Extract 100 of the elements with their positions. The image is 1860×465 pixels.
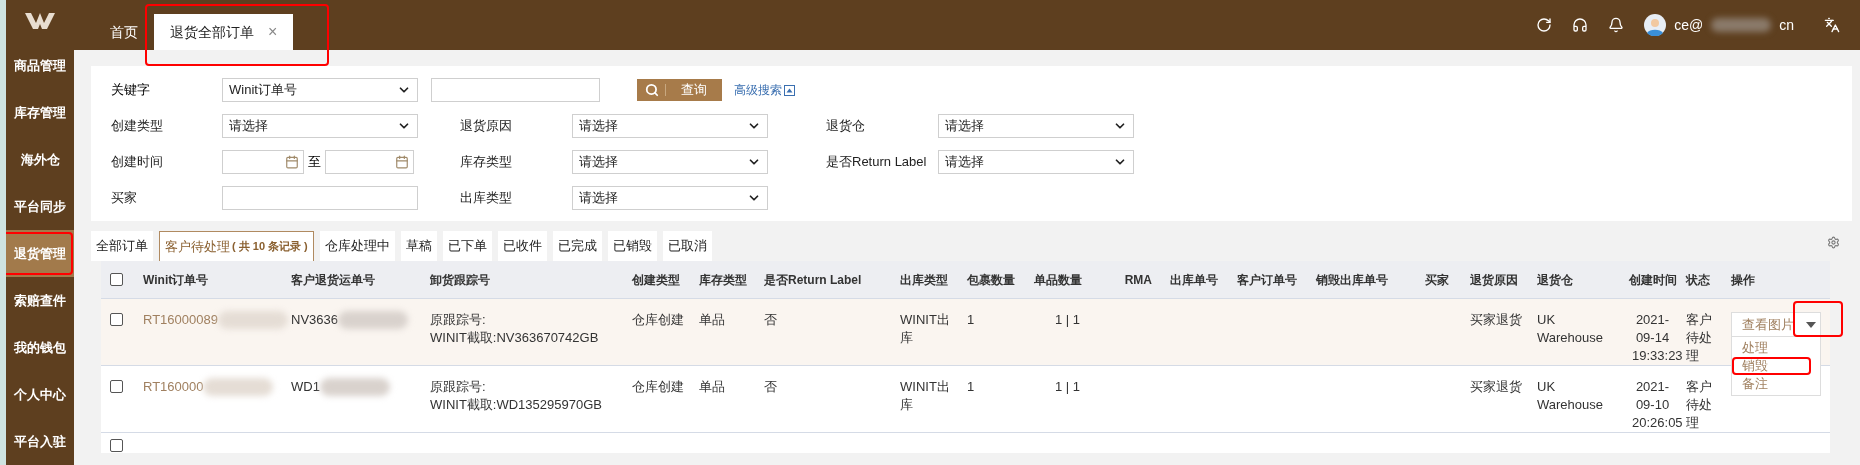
filter-label: 库存类型	[460, 153, 513, 172]
table-cell: 客户待处理	[1686, 379, 1712, 430]
date-field[interactable]	[325, 150, 414, 174]
view-images-button[interactable]: 查看图片	[1731, 312, 1821, 337]
sidebar-item[interactable]: 商品管理	[6, 42, 74, 89]
headphones-icon[interactable]	[1572, 17, 1589, 33]
dropdown-field[interactable]: 请选择	[572, 114, 768, 138]
column-header: 是否Return Label	[764, 272, 862, 287]
table-cell: WD1	[291, 378, 320, 396]
menu-item[interactable]: 处理	[1732, 339, 1811, 357]
menu-item[interactable]: 销毁	[1732, 357, 1811, 375]
settings-icon[interactable]	[1827, 236, 1840, 249]
column-header: 单品数量	[1034, 272, 1082, 287]
table-cell: 客户待处理	[1686, 312, 1712, 363]
filter-label: 买家	[111, 189, 138, 208]
column-header: 销毁出库单号	[1316, 272, 1388, 287]
advanced-search-link[interactable]: 高级搜索	[734, 81, 795, 99]
row-checkbox[interactable]	[110, 313, 123, 326]
table-cell: UK Warehouse	[1537, 312, 1603, 345]
table-cell: 单品	[699, 312, 725, 327]
column-header: 库存类型	[699, 272, 747, 287]
bell-icon[interactable]	[1608, 17, 1625, 33]
column-header: 卸货跟踪号	[430, 272, 490, 287]
filter-label: 退货原因	[460, 117, 513, 136]
refresh-icon[interactable]	[1536, 17, 1553, 33]
status-tab[interactable]: 已销毁	[607, 231, 657, 261]
column-header: 操作	[1731, 272, 1755, 287]
filter-label: 创建类型	[111, 117, 164, 136]
column-header: 包裹数量	[967, 272, 1015, 287]
date-field[interactable]	[222, 150, 304, 174]
table-cell: 1	[967, 379, 975, 394]
table-cell: 2021-09-14 19:33:23	[1632, 312, 1683, 363]
sidebar-item[interactable]: 索赔查件	[6, 277, 74, 324]
table-cell: 1 | 1	[1054, 379, 1080, 394]
table-cell: 1 | 1	[1054, 312, 1080, 327]
page-tab[interactable]: 首页	[94, 14, 154, 50]
text-field[interactable]	[222, 186, 418, 210]
dropdown-field[interactable]: 请选择	[938, 150, 1134, 174]
table-cell: 否	[764, 312, 777, 327]
status-tab[interactable]: 仓库处理中	[319, 231, 395, 261]
table-cell: 单品	[699, 379, 725, 394]
order-link[interactable]: RT160000	[143, 378, 204, 396]
sidebar-item[interactable]: 平台同步	[6, 183, 74, 230]
avatar-icon[interactable]	[1644, 14, 1667, 36]
sidebar-item[interactable]: 退货管理	[6, 230, 74, 277]
highlight-frame	[6, 232, 73, 275]
column-header: 客户退货运单号	[291, 272, 375, 287]
search-button[interactable]: 查询	[637, 79, 722, 101]
status-tab[interactable]: 已取消	[662, 231, 712, 261]
blur-smudge	[1711, 18, 1772, 32]
caret-icon	[1806, 321, 1816, 328]
table-cell: WINIT出库	[900, 379, 950, 412]
row-checkbox[interactable]	[110, 439, 123, 452]
dropdown-field[interactable]: 请选择	[938, 114, 1134, 138]
column-header: 退货仓	[1537, 272, 1573, 287]
sidebar-item[interactable]: 我的钱包	[6, 324, 74, 371]
table-cell: 仓库创建	[632, 312, 684, 327]
table-cell: 买家退货	[1470, 379, 1522, 394]
dropdown-field[interactable]: 请选择	[572, 150, 768, 174]
sidebar-item[interactable]: 库存管理	[6, 89, 74, 136]
calendar-icon	[395, 155, 409, 169]
menu-item[interactable]: 备注	[1732, 375, 1811, 393]
row-checkbox[interactable]	[110, 380, 123, 393]
blur-smudge	[319, 378, 390, 396]
filter-label: 退货仓	[826, 117, 866, 136]
user-email: cn	[1779, 15, 1794, 35]
select-all-checkbox[interactable]	[110, 273, 123, 286]
status-tab[interactable]: 全部订单	[91, 231, 153, 261]
table-cell: 买家退货	[1470, 312, 1522, 327]
blur-smudge	[338, 311, 408, 329]
table-cell: WINIT出库	[900, 312, 950, 345]
filter-label: 创建时间	[111, 153, 164, 172]
logo-icon	[25, 13, 55, 29]
keyword-field[interactable]	[431, 78, 600, 102]
dropdown-field[interactable]: 请选择	[572, 186, 768, 210]
status-tab[interactable]: 客户待处理( 共 10 条记录 )	[159, 231, 314, 261]
status-tab[interactable]: 已收件	[497, 231, 547, 261]
sidebar-item[interactable]: 海外仓	[6, 136, 74, 183]
dropdown-field[interactable]: 请选择	[222, 114, 418, 138]
close-icon[interactable]: ×	[268, 20, 278, 44]
filter-label: 关键字	[111, 81, 151, 100]
table-cell: 2021-09-10 20:26:05	[1632, 379, 1683, 430]
sidebar-item[interactable]: 个人中心	[6, 371, 74, 418]
dropdown-field[interactable]: Winit订单号	[222, 78, 418, 102]
column-header: 状态	[1686, 272, 1710, 287]
table-cell: 仓库创建	[632, 379, 684, 394]
filter-label: 出库类型	[460, 189, 513, 208]
column-header: 创建类型	[632, 272, 680, 287]
column-header: RMA	[1124, 272, 1152, 287]
status-tab[interactable]: 已下单	[442, 231, 492, 261]
user-email: ce@	[1674, 15, 1704, 35]
page-tab[interactable]: 退货全部订单 ×	[154, 14, 294, 50]
sidebar-item[interactable]: 平台入驻	[6, 418, 74, 465]
translate-icon[interactable]	[1824, 17, 1840, 33]
column-header: 退货原因	[1470, 272, 1518, 287]
blur-smudge	[203, 378, 274, 396]
column-header: 创建时间	[1628, 272, 1677, 287]
status-tab[interactable]: 草稿	[400, 231, 437, 261]
status-tab[interactable]: 已完成	[552, 231, 602, 261]
table-cell: NV3636	[291, 311, 338, 329]
